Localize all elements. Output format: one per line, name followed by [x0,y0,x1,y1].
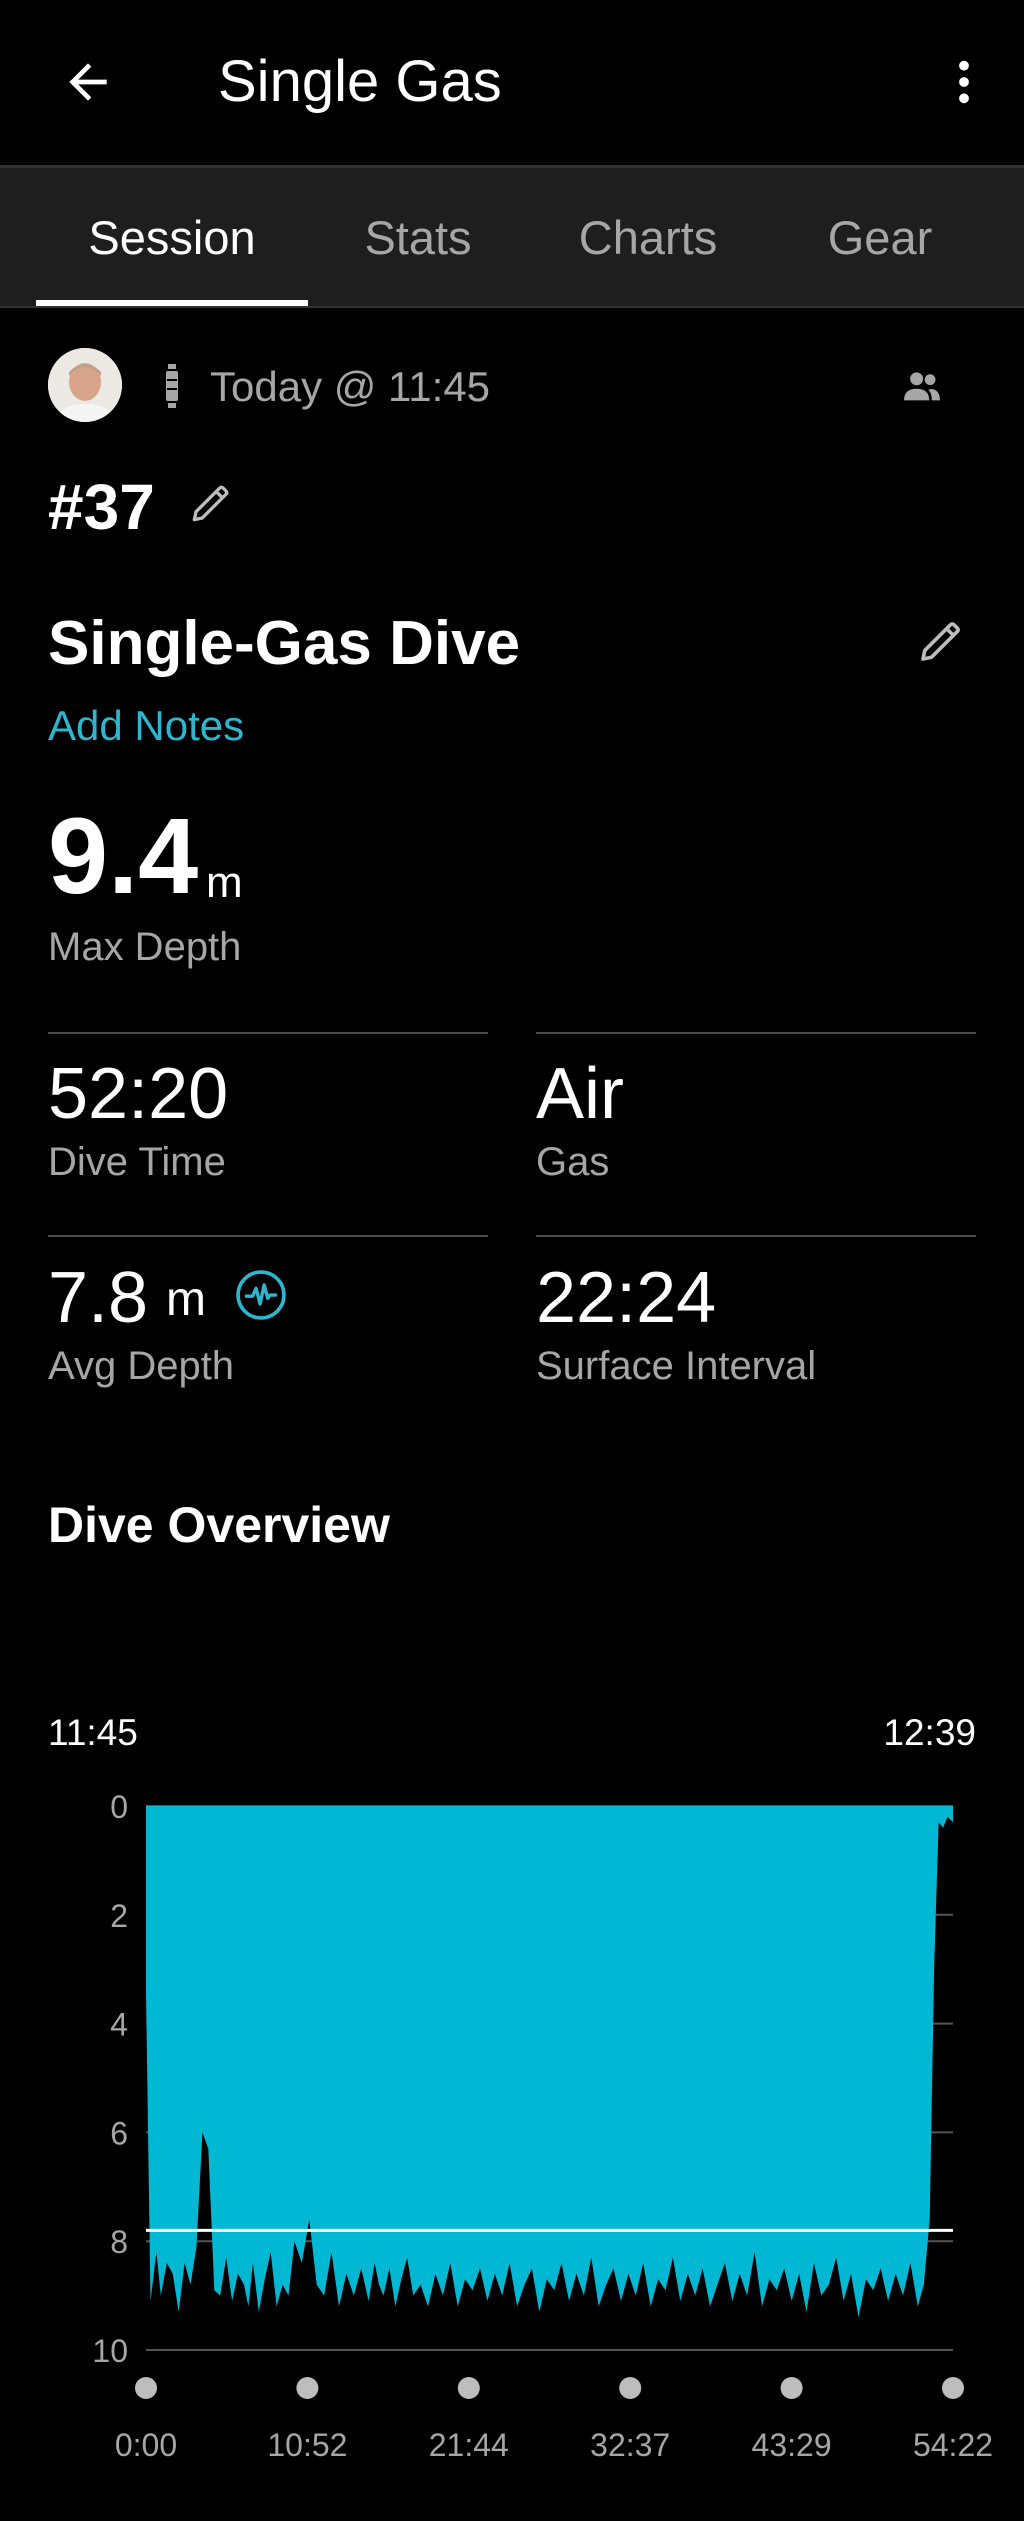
dive-name: Single-Gas Dive [48,609,521,678]
y-tick-label: 6 [110,2115,128,2151]
back-arrow-icon[interactable] [48,42,128,122]
x-tick-dot [942,2377,964,2399]
stat-divider [536,1032,976,1034]
chart-end-time: 12:39 [883,1712,976,1753]
x-tick-label: 10:52 [267,2427,347,2463]
tab-gear[interactable]: Gear [800,168,960,306]
x-tick-label: 21:44 [429,2427,509,2463]
x-tick-dot [780,2377,803,2399]
stat-divider [48,1235,488,1237]
y-tick-label: 4 [110,2007,128,2043]
x-tick-label: 43:29 [752,2427,832,2463]
gas-value: Air [536,1054,624,1134]
session-date: Today @ 11:45 [210,363,491,410]
app-bar: Single Gas [0,0,1024,165]
y-tick-label: 10 [92,2333,128,2369]
depth-area-series [146,1806,953,2318]
x-tick-dot [296,2377,319,2399]
avatar[interactable] [48,348,122,422]
dive-time-label: Dive Time [48,1140,226,1184]
stat-divider [536,1235,976,1237]
tab-session[interactable]: Session [36,168,308,306]
more-options-icon[interactable] [924,42,1004,122]
max-depth-value: 9.4 [48,795,199,916]
stat-divider [48,1032,488,1034]
x-tick-label: 54:22 [913,2427,993,2463]
max-depth-label: Max Depth [48,925,242,969]
edit-pencil-icon[interactable] [914,614,968,668]
x-tick-label: 0:00 [115,2427,177,2463]
avg-depth-unit: m [166,1273,206,1326]
pulse-icon[interactable] [234,1268,288,1322]
dive-time-value: 52:20 [48,1054,229,1134]
x-tick-dot [619,2377,642,2399]
gas-label: Gas [536,1140,610,1184]
dive-depth-chart[interactable]: 0 2 4 6 8 10 0:00 10:52 21:44 32:37 43:29 54:22 [0,1770,1024,2470]
chart-start-time: 11:45 [48,1712,138,1753]
surface-interval-value: 22:24 [536,1258,717,1338]
x-tick-label: 32:37 [590,2427,670,2463]
x-tick-dot [135,2377,157,2399]
max-depth-unit: m [206,858,243,907]
tab-bar: Session Stats Charts Gear [0,168,1024,306]
avg-depth-label: Avg Depth [48,1344,235,1388]
tab-bar-divider [0,306,1024,308]
page-title: Single Gas [218,49,502,114]
tab-stats[interactable]: Stats [330,168,506,306]
device-icon [164,364,180,408]
y-tick-label: 0 [110,1789,128,1825]
group-icon[interactable] [900,368,944,404]
y-tick-label: 8 [110,2224,128,2260]
tab-charts[interactable]: Charts [548,168,748,306]
dive-overview-title: Dive Overview [48,1497,390,1553]
avg-depth-value: 7.8 [48,1258,149,1338]
add-notes-link[interactable]: Add Notes [48,702,244,750]
surface-interval-label: Surface Interval [536,1344,817,1388]
x-tick-dot [457,2377,480,2399]
edit-pencil-icon[interactable] [186,478,236,528]
dive-number: #37 [48,471,155,543]
y-tick-label: 2 [110,1898,128,1934]
